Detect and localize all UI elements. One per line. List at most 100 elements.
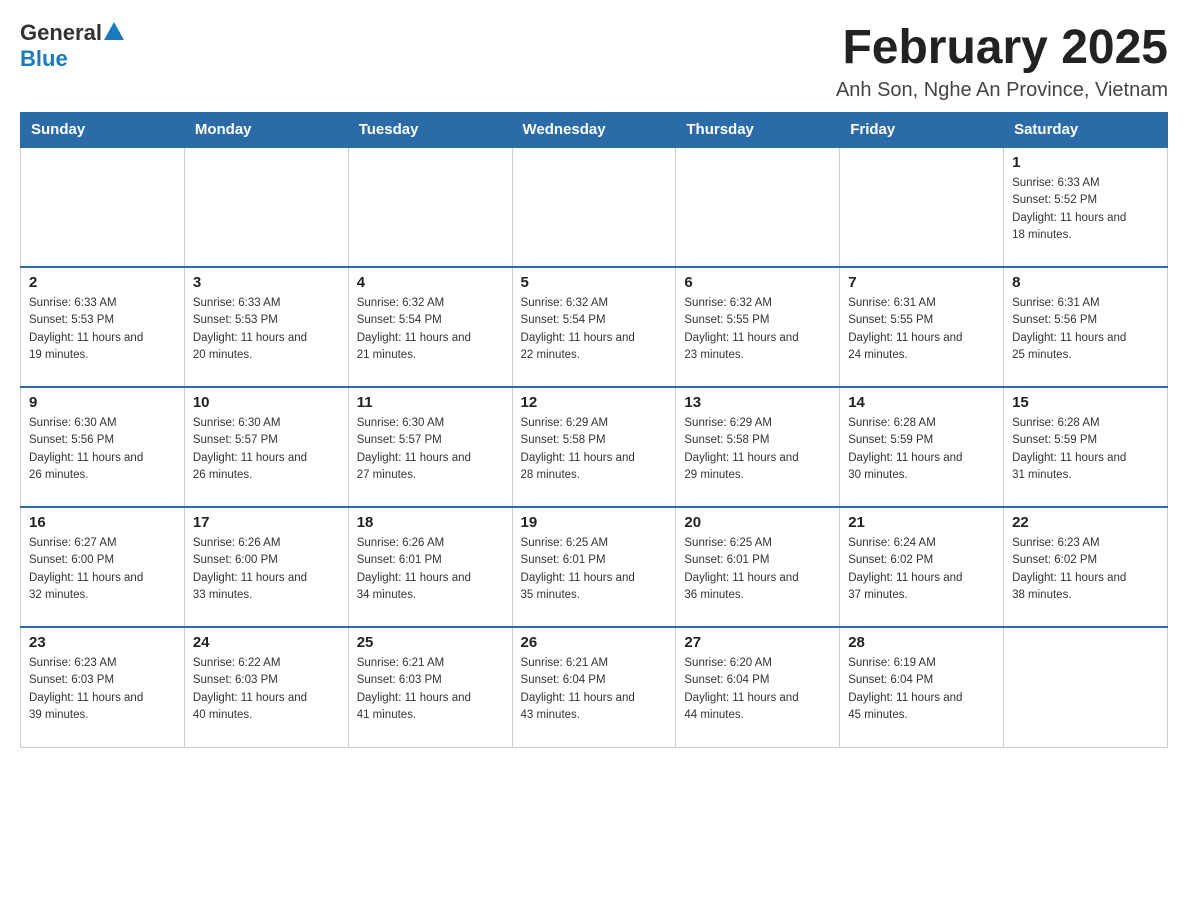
header-monday: Monday [184, 113, 348, 148]
logo-triangle-icon [104, 22, 124, 40]
day-number: 20 [684, 514, 831, 531]
table-row: 27 Sunrise: 6:20 AMSunset: 6:04 PMDaylig… [676, 627, 840, 747]
day-number: 2 [29, 274, 176, 291]
table-row [184, 147, 348, 267]
header-friday: Friday [840, 113, 1004, 148]
day-info: Sunrise: 6:31 AMSunset: 5:56 PMDaylight:… [1012, 295, 1159, 364]
header-sunday: Sunday [21, 113, 185, 148]
table-row: 16 Sunrise: 6:27 AMSunset: 6:00 PMDaylig… [21, 507, 185, 627]
day-info: Sunrise: 6:32 AMSunset: 5:55 PMDaylight:… [684, 295, 831, 364]
day-number: 28 [848, 634, 995, 651]
table-row: 25 Sunrise: 6:21 AMSunset: 6:03 PMDaylig… [348, 627, 512, 747]
day-number: 4 [357, 274, 504, 291]
calendar-week-row: 23 Sunrise: 6:23 AMSunset: 6:03 PMDaylig… [21, 627, 1168, 747]
day-info: Sunrise: 6:28 AMSunset: 5:59 PMDaylight:… [1012, 415, 1159, 484]
day-number: 10 [193, 394, 340, 411]
location-title: Anh Son, Nghe An Province, Vietnam [836, 79, 1168, 102]
day-info: Sunrise: 6:21 AMSunset: 6:04 PMDaylight:… [521, 655, 668, 724]
day-number: 16 [29, 514, 176, 531]
day-number: 13 [684, 394, 831, 411]
logo-blue-text: Blue [20, 46, 68, 71]
day-info: Sunrise: 6:29 AMSunset: 5:58 PMDaylight:… [521, 415, 668, 484]
day-info: Sunrise: 6:25 AMSunset: 6:01 PMDaylight:… [521, 535, 668, 604]
table-row: 5 Sunrise: 6:32 AMSunset: 5:54 PMDayligh… [512, 267, 676, 387]
calendar-table: Sunday Monday Tuesday Wednesday Thursday… [20, 112, 1168, 748]
table-row: 6 Sunrise: 6:32 AMSunset: 5:55 PMDayligh… [676, 267, 840, 387]
day-number: 22 [1012, 514, 1159, 531]
day-number: 17 [193, 514, 340, 531]
calendar-header-row: Sunday Monday Tuesday Wednesday Thursday… [21, 113, 1168, 148]
table-row: 9 Sunrise: 6:30 AMSunset: 5:56 PMDayligh… [21, 387, 185, 507]
table-row: 4 Sunrise: 6:32 AMSunset: 5:54 PMDayligh… [348, 267, 512, 387]
table-row: 18 Sunrise: 6:26 AMSunset: 6:01 PMDaylig… [348, 507, 512, 627]
day-number: 7 [848, 274, 995, 291]
day-info: Sunrise: 6:25 AMSunset: 6:01 PMDaylight:… [684, 535, 831, 604]
calendar-week-row: 9 Sunrise: 6:30 AMSunset: 5:56 PMDayligh… [21, 387, 1168, 507]
header-tuesday: Tuesday [348, 113, 512, 148]
day-number: 27 [684, 634, 831, 651]
month-title: February 2025 [836, 20, 1168, 75]
day-number: 15 [1012, 394, 1159, 411]
header-saturday: Saturday [1004, 113, 1168, 148]
day-number: 21 [848, 514, 995, 531]
table-row [840, 147, 1004, 267]
calendar-week-row: 1 Sunrise: 6:33 AMSunset: 5:52 PMDayligh… [21, 147, 1168, 267]
title-area: February 2025 Anh Son, Nghe An Province,… [836, 20, 1168, 102]
day-info: Sunrise: 6:19 AMSunset: 6:04 PMDaylight:… [848, 655, 995, 724]
day-info: Sunrise: 6:24 AMSunset: 6:02 PMDaylight:… [848, 535, 995, 604]
table-row [21, 147, 185, 267]
table-row [512, 147, 676, 267]
table-row [348, 147, 512, 267]
logo: General Blue [20, 20, 124, 72]
day-info: Sunrise: 6:23 AMSunset: 6:03 PMDaylight:… [29, 655, 176, 724]
day-info: Sunrise: 6:30 AMSunset: 5:57 PMDaylight:… [357, 415, 504, 484]
day-number: 6 [684, 274, 831, 291]
day-number: 23 [29, 634, 176, 651]
day-number: 9 [29, 394, 176, 411]
day-number: 1 [1012, 154, 1159, 171]
day-number: 18 [357, 514, 504, 531]
day-info: Sunrise: 6:26 AMSunset: 6:00 PMDaylight:… [193, 535, 340, 604]
day-info: Sunrise: 6:30 AMSunset: 5:57 PMDaylight:… [193, 415, 340, 484]
day-info: Sunrise: 6:28 AMSunset: 5:59 PMDaylight:… [848, 415, 995, 484]
day-info: Sunrise: 6:32 AMSunset: 5:54 PMDaylight:… [357, 295, 504, 364]
table-row: 24 Sunrise: 6:22 AMSunset: 6:03 PMDaylig… [184, 627, 348, 747]
calendar-week-row: 2 Sunrise: 6:33 AMSunset: 5:53 PMDayligh… [21, 267, 1168, 387]
table-row: 3 Sunrise: 6:33 AMSunset: 5:53 PMDayligh… [184, 267, 348, 387]
day-info: Sunrise: 6:30 AMSunset: 5:56 PMDaylight:… [29, 415, 176, 484]
header-thursday: Thursday [676, 113, 840, 148]
day-number: 19 [521, 514, 668, 531]
day-info: Sunrise: 6:33 AMSunset: 5:53 PMDaylight:… [193, 295, 340, 364]
day-number: 8 [1012, 274, 1159, 291]
day-number: 12 [521, 394, 668, 411]
day-number: 11 [357, 394, 504, 411]
day-info: Sunrise: 6:21 AMSunset: 6:03 PMDaylight:… [357, 655, 504, 724]
table-row: 17 Sunrise: 6:26 AMSunset: 6:00 PMDaylig… [184, 507, 348, 627]
header-wednesday: Wednesday [512, 113, 676, 148]
day-info: Sunrise: 6:33 AMSunset: 5:53 PMDaylight:… [29, 295, 176, 364]
day-info: Sunrise: 6:29 AMSunset: 5:58 PMDaylight:… [684, 415, 831, 484]
day-info: Sunrise: 6:33 AMSunset: 5:52 PMDaylight:… [1012, 175, 1159, 244]
table-row [1004, 627, 1168, 747]
table-row: 1 Sunrise: 6:33 AMSunset: 5:52 PMDayligh… [1004, 147, 1168, 267]
table-row: 28 Sunrise: 6:19 AMSunset: 6:04 PMDaylig… [840, 627, 1004, 747]
table-row: 8 Sunrise: 6:31 AMSunset: 5:56 PMDayligh… [1004, 267, 1168, 387]
page-header: General Blue February 2025 Anh Son, Nghe… [20, 20, 1168, 102]
day-number: 25 [357, 634, 504, 651]
day-number: 14 [848, 394, 995, 411]
table-row: 23 Sunrise: 6:23 AMSunset: 6:03 PMDaylig… [21, 627, 185, 747]
table-row: 7 Sunrise: 6:31 AMSunset: 5:55 PMDayligh… [840, 267, 1004, 387]
table-row [676, 147, 840, 267]
table-row: 21 Sunrise: 6:24 AMSunset: 6:02 PMDaylig… [840, 507, 1004, 627]
table-row: 15 Sunrise: 6:28 AMSunset: 5:59 PMDaylig… [1004, 387, 1168, 507]
day-number: 5 [521, 274, 668, 291]
table-row: 10 Sunrise: 6:30 AMSunset: 5:57 PMDaylig… [184, 387, 348, 507]
day-info: Sunrise: 6:22 AMSunset: 6:03 PMDaylight:… [193, 655, 340, 724]
table-row: 13 Sunrise: 6:29 AMSunset: 5:58 PMDaylig… [676, 387, 840, 507]
day-number: 26 [521, 634, 668, 651]
table-row: 20 Sunrise: 6:25 AMSunset: 6:01 PMDaylig… [676, 507, 840, 627]
day-info: Sunrise: 6:23 AMSunset: 6:02 PMDaylight:… [1012, 535, 1159, 604]
day-info: Sunrise: 6:31 AMSunset: 5:55 PMDaylight:… [848, 295, 995, 364]
table-row: 26 Sunrise: 6:21 AMSunset: 6:04 PMDaylig… [512, 627, 676, 747]
day-info: Sunrise: 6:26 AMSunset: 6:01 PMDaylight:… [357, 535, 504, 604]
